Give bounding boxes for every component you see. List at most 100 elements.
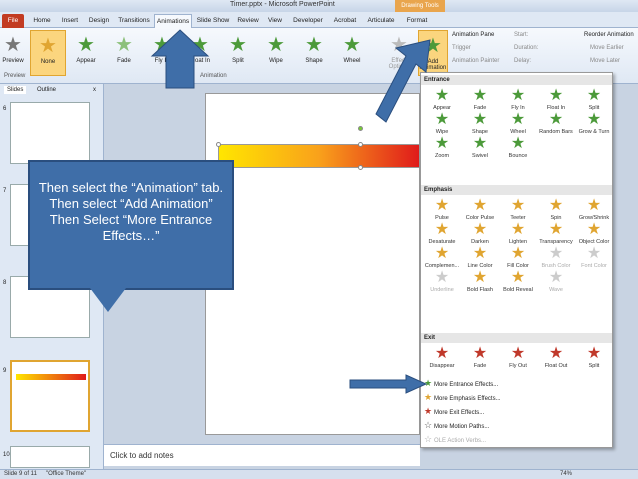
- effect-entrance-random-bars[interactable]: ★ Random Bars: [537, 111, 575, 135]
- effect-label: Wipe: [269, 58, 283, 64]
- effect-emphasis-bold-flash[interactable]: ★ Bold Flash: [461, 269, 499, 293]
- effect-emphasis-teeter[interactable]: ★ Teeter: [499, 197, 537, 221]
- tab-slides[interactable]: Slides: [4, 86, 27, 94]
- effect-entrance-swivel[interactable]: ★ Swivel: [461, 135, 499, 159]
- tab-acrobat[interactable]: Acrobat: [330, 14, 360, 28]
- pointer-arrow-diagonal: [375, 39, 431, 123]
- tab-developer[interactable]: Developer: [290, 14, 326, 28]
- effect-shape[interactable]: ★ Shape: [296, 30, 332, 76]
- tab-review[interactable]: Review: [234, 14, 262, 28]
- star-icon: ★: [586, 245, 602, 262]
- effect-exit-fly-out[interactable]: ★ Fly Out: [499, 345, 537, 369]
- effect-none[interactable]: ★ None: [30, 30, 66, 76]
- close-icon[interactable]: x: [90, 86, 99, 94]
- effect-emphasis-line-color[interactable]: ★ Line Color: [461, 245, 499, 269]
- ole-action-verbs[interactable]: ☆ OLE Action Verbs...: [424, 433, 486, 445]
- effect-label: Disappear: [429, 363, 455, 369]
- tab-file[interactable]: File: [2, 14, 24, 28]
- reorder-label: Reorder Animation: [584, 32, 634, 38]
- star-icon: ★: [267, 34, 285, 56]
- tab-view[interactable]: View: [264, 14, 286, 28]
- star-icon: ★: [77, 34, 95, 56]
- effect-emphasis-underline[interactable]: ★ Underline: [423, 269, 461, 293]
- effect-emphasis-complemen[interactable]: ★ Complemen...: [423, 245, 461, 269]
- tab-articulate[interactable]: Articulate: [364, 14, 398, 28]
- effect-emphasis-transparency[interactable]: ★ Transparency: [537, 221, 575, 245]
- start-label: Start:: [514, 32, 529, 38]
- tab-outline[interactable]: Outline: [34, 86, 59, 94]
- effect-entrance-fade[interactable]: ★ Fade: [461, 87, 499, 111]
- tab-home[interactable]: Home: [30, 14, 54, 28]
- slide-thumbnail[interactable]: [10, 446, 90, 468]
- rotate-handle[interactable]: [358, 126, 363, 131]
- resize-handle[interactable]: [216, 142, 221, 147]
- effect-exit-split[interactable]: ★ Split: [575, 345, 613, 369]
- effect-wipe[interactable]: ★ Wipe: [258, 30, 294, 76]
- tab-slide-show[interactable]: Slide Show: [196, 14, 230, 28]
- effect-entrance-fly-in[interactable]: ★ Fly In: [499, 87, 537, 111]
- effect-emphasis-desaturate[interactable]: ★ Desaturate: [423, 221, 461, 245]
- effect-split[interactable]: ★ Split: [220, 30, 256, 76]
- effect-emphasis-bold-reveal[interactable]: ★ Bold Reveal: [499, 269, 537, 293]
- effect-entrance-zoom[interactable]: ★ Zoom: [423, 135, 461, 159]
- animation-pane-button[interactable]: Animation Pane: [452, 32, 494, 38]
- slide-thumbnail[interactable]: [10, 102, 90, 164]
- effect-emphasis-object-color[interactable]: ★ Object Color: [575, 221, 613, 245]
- effect-exit-disappear[interactable]: ★ Disappear: [423, 345, 461, 369]
- effect-wheel[interactable]: ★ Wheel: [334, 30, 370, 76]
- move-earlier-button[interactable]: Move Earlier: [590, 45, 624, 51]
- effect-emphasis-color-pulse[interactable]: ★ Color Pulse: [461, 197, 499, 221]
- effect-emphasis-brush-color[interactable]: ★ Brush Color: [537, 245, 575, 269]
- timer-bar-shape[interactable]: [218, 144, 420, 168]
- effect-fade[interactable]: ★ Fade: [106, 30, 142, 76]
- animation-painter-button[interactable]: Animation Painter: [452, 58, 499, 64]
- star-outline-icon: ☆: [424, 434, 433, 444]
- slide-thumbnail-selected[interactable]: [10, 360, 90, 432]
- effect-emphasis-darken[interactable]: ★ Darken: [461, 221, 499, 245]
- more-motion-paths[interactable]: ☆ More Motion Paths...: [424, 419, 489, 431]
- effect-entrance-bounce[interactable]: ★ Bounce: [499, 135, 537, 159]
- zoom-level[interactable]: 74%: [560, 471, 572, 477]
- effect-emphasis-grow-shrink[interactable]: ★ Grow/Shrink: [575, 197, 613, 221]
- resize-handle[interactable]: [358, 142, 363, 147]
- preview-button[interactable]: ★ Preview: [2, 30, 24, 76]
- effect-emphasis-lighten[interactable]: ★ Lighten: [499, 221, 537, 245]
- more-exit-effects[interactable]: ★ More Exit Effects...: [424, 405, 484, 417]
- effect-emphasis-spin[interactable]: ★ Spin: [537, 197, 575, 221]
- star-icon: ★: [434, 135, 450, 152]
- effect-emphasis-pulse[interactable]: ★ Pulse: [423, 197, 461, 221]
- star-icon: ★: [548, 221, 564, 238]
- star-icon: ★: [472, 111, 488, 128]
- callout-pointer: [90, 288, 126, 312]
- effect-entrance-split[interactable]: ★ Split: [575, 87, 613, 111]
- effect-emphasis-font-color[interactable]: ★ Font Color: [575, 245, 613, 269]
- effect-appear[interactable]: ★ Appear: [68, 30, 104, 76]
- effect-exit-fade[interactable]: ★ Fade: [461, 345, 499, 369]
- star-icon: ★: [343, 34, 361, 56]
- move-later-button[interactable]: Move Later: [590, 58, 620, 64]
- duration-label: Duration:: [514, 45, 539, 51]
- tab-design[interactable]: Design: [86, 14, 112, 28]
- more-entrance-effects[interactable]: ★ More Entrance Effects...: [424, 377, 498, 389]
- more-emphasis-effects[interactable]: ★ More Emphasis Effects...: [424, 391, 501, 403]
- tab-transitions[interactable]: Transitions: [116, 14, 152, 28]
- trigger-button[interactable]: Trigger: [452, 45, 471, 51]
- notes-placeholder: Click to add notes: [110, 451, 174, 460]
- effect-emphasis-fill-color[interactable]: ★ Fill Color: [499, 245, 537, 269]
- resize-handle[interactable]: [358, 165, 363, 170]
- effect-entrance-grow-turn[interactable]: ★ Grow & Turn: [575, 111, 613, 135]
- effect-entrance-shape[interactable]: ★ Shape: [461, 111, 499, 135]
- window-title: Timer.pptx - Microsoft PowerPoint: [230, 1, 335, 8]
- star-icon: ★: [586, 345, 602, 362]
- effect-entrance-float-in[interactable]: ★ Float In: [537, 87, 575, 111]
- effect-exit-float-out[interactable]: ★ Float Out: [537, 345, 575, 369]
- effect-entrance-wheel[interactable]: ★ Wheel: [499, 111, 537, 135]
- effect-emphasis-wave[interactable]: ★ Wave: [537, 269, 575, 293]
- tab-insert[interactable]: Insert: [58, 14, 82, 28]
- star-icon: ★: [472, 135, 488, 152]
- section-emphasis: Emphasis: [421, 185, 612, 195]
- notes-pane[interactable]: Click to add notes: [104, 444, 420, 466]
- tab-animations[interactable]: Animations: [154, 14, 192, 28]
- slide-number: 7: [3, 188, 7, 194]
- tab-format[interactable]: Format: [402, 14, 432, 28]
